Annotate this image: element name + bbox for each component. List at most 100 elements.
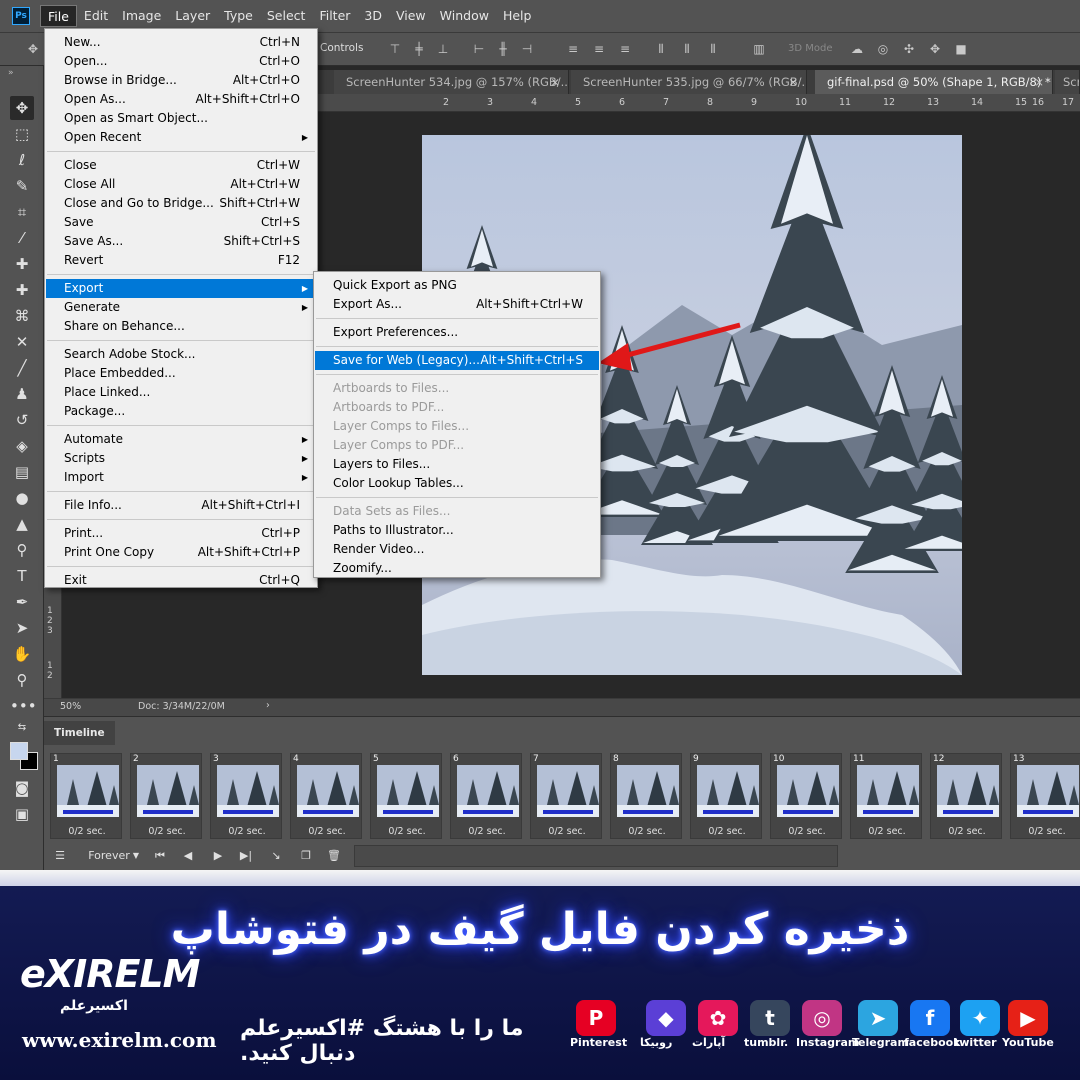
item-icon[interactable]: ✿ xyxy=(698,1000,738,1036)
close-icon[interactable]: × xyxy=(788,70,798,94)
youtube-icon[interactable]: ▶ xyxy=(1008,1000,1048,1036)
sharpen-tool-icon[interactable]: ▲ xyxy=(10,512,34,536)
file_menu-exit[interactable]: Exit Ctrl+Q xyxy=(46,571,316,590)
site-url[interactable]: www.exirelm.com xyxy=(22,1028,217,1052)
close-icon[interactable]: × xyxy=(550,70,560,94)
align-hcenter-icon[interactable]: ╫ xyxy=(496,42,510,56)
blur-tool-icon[interactable]: ● xyxy=(10,486,34,510)
pen-tool-icon[interactable]: ✒ xyxy=(10,590,34,614)
timeline-frame[interactable]: 11 0/2 sec. xyxy=(850,753,922,839)
screen-mode-icon[interactable]: ▣ xyxy=(10,802,34,826)
file_menu-automate[interactable]: Automate ▶ xyxy=(46,430,316,449)
3d-roll-icon[interactable]: ◎ xyxy=(876,42,890,56)
file_menu-file-info[interactable]: File Info... Alt+Shift+Ctrl+I xyxy=(46,496,316,515)
export_menu-layers-to-files[interactable]: Layers to Files... xyxy=(315,455,599,474)
distribute-top-icon[interactable]: ≡ xyxy=(566,42,580,56)
file_menu-search-adobe-stock[interactable]: Search Adobe Stock... xyxy=(46,345,316,364)
timeline-scrollbar[interactable] xyxy=(354,845,838,867)
file_menu-scripts[interactable]: Scripts ▶ xyxy=(46,449,316,468)
frame-tool-icon[interactable]: ⌘ xyxy=(10,304,34,328)
tab-gif-final[interactable]: gif-final.psd @ 50% (Shape 1, RGB/8) * × xyxy=(815,70,1053,94)
lasso-tool-icon[interactable]: ℓ xyxy=(10,148,34,172)
timeline-frame[interactable]: 13 0/2 sec. xyxy=(1010,753,1080,839)
file_menu-close[interactable]: Close Ctrl+W xyxy=(46,156,316,175)
timeline-frame[interactable]: 9 0/2 sec. xyxy=(690,753,762,839)
menu-file[interactable]: File xyxy=(40,5,77,27)
frame-delay[interactable]: 0/2 sec. xyxy=(1011,826,1080,837)
crop-tool-icon[interactable]: ⌗ xyxy=(10,200,34,224)
file_menu-open-as[interactable]: Open As... Alt+Shift+Ctrl+O xyxy=(46,90,316,109)
file_menu-package[interactable]: Package... xyxy=(46,402,316,421)
clone-stamp-tool-icon[interactable]: ♟ xyxy=(10,382,34,406)
next-frame-icon[interactable]: ▶| xyxy=(236,845,256,867)
file_menu-import[interactable]: Import ▶ xyxy=(46,468,316,487)
quick-select-tool-icon[interactable]: ✎ xyxy=(10,174,34,198)
tab-overflow[interactable]: Scr xyxy=(1055,70,1080,94)
frame-delay[interactable]: 0/2 sec. xyxy=(851,826,923,837)
align-left-icon[interactable]: ⊢ xyxy=(472,42,486,56)
distribute-hcenter-icon[interactable]: ⦀ xyxy=(680,42,694,56)
history-brush-tool-icon[interactable]: ↺ xyxy=(10,408,34,432)
export_menu-export-as[interactable]: Export As... Alt+Shift+Ctrl+W xyxy=(315,295,599,314)
menu-window[interactable]: Window xyxy=(433,5,496,27)
patch-tool-icon[interactable]: ✚ xyxy=(10,278,34,302)
file_menu-save[interactable]: Save Ctrl+S xyxy=(46,213,316,232)
transform-controls-label[interactable]: Controls xyxy=(320,42,363,54)
menu-3d[interactable]: 3D xyxy=(357,5,389,27)
menu-type[interactable]: Type xyxy=(217,5,260,27)
file_menu-place-linked[interactable]: Place Linked... xyxy=(46,383,316,402)
frame-delay[interactable]: 0/2 sec. xyxy=(771,826,843,837)
file_menu-open-recent[interactable]: Open Recent ▶ xyxy=(46,128,316,147)
file_menu-save-as[interactable]: Save As... Shift+Ctrl+S xyxy=(46,232,316,251)
menu-help[interactable]: Help xyxy=(496,5,539,27)
file_menu-print-one-copy[interactable]: Print One Copy Alt+Shift+Ctrl+P xyxy=(46,543,316,562)
first-frame-icon[interactable]: ⏮ xyxy=(150,845,170,867)
timeline-tab[interactable]: Timeline xyxy=(44,721,115,745)
export_menu-zoomify[interactable]: Zoomify... xyxy=(315,559,599,578)
brush-tool-icon[interactable]: ╱ xyxy=(10,356,34,380)
auto-align-icon[interactable]: ▥ xyxy=(752,42,766,56)
eyedropper-tool-icon[interactable]: ⁄ xyxy=(10,226,34,250)
timeline-frame[interactable]: 6 0/2 sec. xyxy=(450,753,522,839)
menu-layer[interactable]: Layer xyxy=(168,5,217,27)
file_menu-open[interactable]: Open... Ctrl+O xyxy=(46,52,316,71)
zoom-tool-icon[interactable]: ⚲ xyxy=(10,668,34,692)
file_menu-revert[interactable]: Revert F12 xyxy=(46,251,316,270)
healing-brush-tool-icon[interactable]: ✚ xyxy=(10,252,34,276)
frame-delay[interactable]: 0/2 sec. xyxy=(531,826,603,837)
swap-colors-icon[interactable]: ⇆ xyxy=(10,716,34,740)
frame-delay[interactable]: 0/2 sec. xyxy=(931,826,1003,837)
telegram-icon[interactable]: ➤ xyxy=(858,1000,898,1036)
3d-camera-icon[interactable]: ■ xyxy=(954,42,968,56)
move-tool-icon[interactable]: ✥ xyxy=(26,42,40,56)
timeline-frame[interactable]: 12 0/2 sec. xyxy=(930,753,1002,839)
align-bottom-icon[interactable]: ⊥ xyxy=(436,42,450,56)
file_menu-share-on-behance[interactable]: Share on Behance... xyxy=(46,317,316,336)
distribute-left-icon[interactable]: ⦀ xyxy=(654,42,668,56)
chevron-right-icon[interactable]: › xyxy=(266,700,270,711)
dodge-tool-icon[interactable]: ⚲ xyxy=(10,538,34,562)
timeline-frame[interactable]: 7 0/2 sec. xyxy=(530,753,602,839)
frame-delay[interactable]: 0/2 sec. xyxy=(291,826,363,837)
foreground-color-swatch[interactable] xyxy=(10,742,28,760)
menu-edit[interactable]: Edit xyxy=(77,5,115,27)
path-selection-tool-icon[interactable]: ➤ xyxy=(10,616,34,640)
eraser-tool-icon[interactable]: ◈ xyxy=(10,434,34,458)
frame-delay[interactable]: 0/2 sec. xyxy=(451,826,523,837)
hand-tool-icon[interactable]: ✋ xyxy=(10,642,34,666)
item-icon[interactable]: ◆ xyxy=(646,1000,686,1036)
zoom-level[interactable]: 50% xyxy=(60,701,81,712)
distribute-vcenter-icon[interactable]: ≡ xyxy=(592,42,606,56)
file_menu-browse-in-bridge[interactable]: Browse in Bridge... Alt+Ctrl+O xyxy=(46,71,316,90)
type-tool-icon[interactable]: T xyxy=(10,564,34,588)
timeline-frame[interactable]: 5 0/2 sec. xyxy=(370,753,442,839)
timeline-menu-icon[interactable]: ☰ xyxy=(50,845,70,867)
tab-screenhunter-535[interactable]: ScreenHunter 535.jpg @ 66/7% (RGB/... × xyxy=(571,70,807,94)
3d-orbit-icon[interactable]: ☁ xyxy=(850,42,864,56)
prev-frame-icon[interactable]: ◀ xyxy=(178,845,198,867)
delete-frame-icon[interactable]: 🗑 xyxy=(324,845,344,867)
3d-slide-icon[interactable]: ✥ xyxy=(928,42,942,56)
menu-select[interactable]: Select xyxy=(260,5,313,27)
pinterest-icon[interactable]: P xyxy=(576,1000,616,1036)
quick-mask-icon[interactable]: ◙ xyxy=(10,776,34,800)
